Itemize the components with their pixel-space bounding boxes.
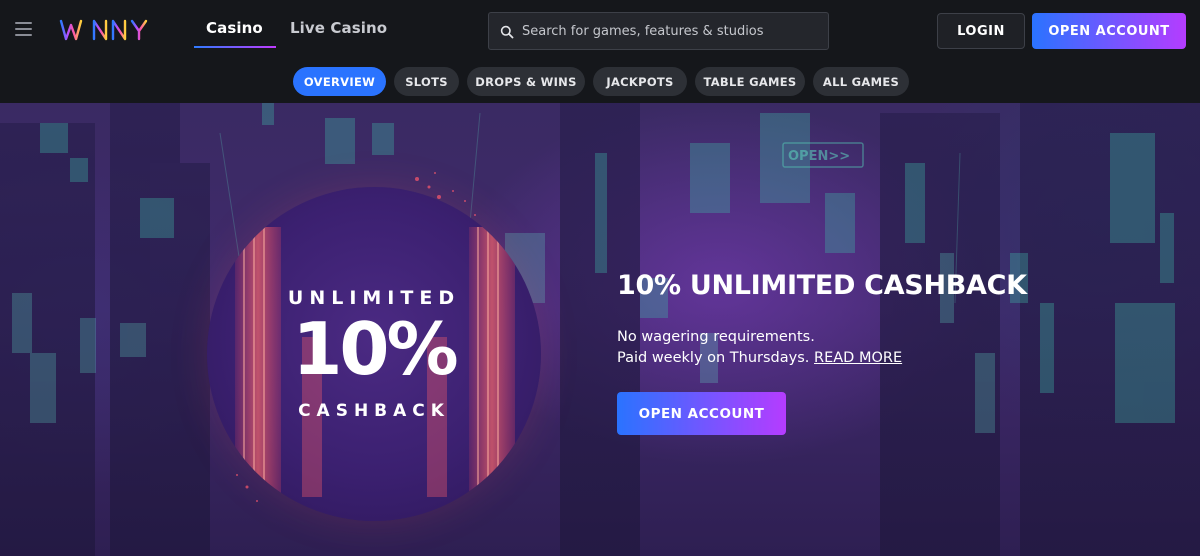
category-nav: OVERVIEW SLOTS DROPS & WINS JACKPOTS TAB… xyxy=(0,67,1200,96)
open-account-button[interactable]: OPEN ACCOUNT xyxy=(1032,13,1186,49)
active-tab-indicator xyxy=(194,46,276,48)
category-all-games[interactable]: ALL GAMES xyxy=(813,67,909,96)
tab-live-casino[interactable]: Live Casino xyxy=(290,19,387,37)
hero-title: 10% UNLIMITED CASHBACK xyxy=(617,270,1027,301)
badge-unlimited-text: UNLIMITED xyxy=(287,287,461,309)
top-header: Casino Live Casino LOGIN OPEN ACCOUNT OV… xyxy=(0,0,1200,103)
login-button[interactable]: LOGIN xyxy=(937,13,1025,49)
category-drops-wins[interactable]: DROPS & WINS xyxy=(467,67,585,96)
read-more-link[interactable]: READ MORE xyxy=(814,350,902,366)
badge-circle: UNLIMITED 10% CASHBACK xyxy=(207,187,541,521)
neon-sign-text: OPEN>> xyxy=(788,149,850,164)
cashback-badge: UNLIMITED 10% CASHBACK xyxy=(207,172,541,521)
tab-casino[interactable]: Casino xyxy=(206,19,263,37)
menu-icon[interactable] xyxy=(15,22,32,36)
hero-description-text: Paid weekly on Thursdays. xyxy=(617,350,810,366)
search-input[interactable] xyxy=(522,13,822,49)
badge-percent-text: 10% xyxy=(292,307,458,391)
badge-cashback-text: CASHBACK xyxy=(298,401,450,421)
category-table-games[interactable]: TABLE GAMES xyxy=(695,67,805,96)
category-jackpots[interactable]: JACKPOTS xyxy=(593,67,687,96)
category-overview[interactable]: OVERVIEW xyxy=(293,67,386,96)
hero-description-line1: No wagering requirements. xyxy=(617,329,815,345)
winny-logo[interactable] xyxy=(58,13,182,47)
hero-description-line2: Paid weekly on Thursdays. READ MORE xyxy=(617,350,902,366)
hero-banner: OPEN>> UNLIMITED 10% CASHBACK 10% UNLIMI… xyxy=(0,103,1200,556)
search-icon xyxy=(500,25,514,39)
hero-open-account-button[interactable]: OPEN ACCOUNT xyxy=(617,392,786,435)
category-slots[interactable]: SLOTS xyxy=(394,67,459,96)
search-box[interactable] xyxy=(488,12,829,50)
